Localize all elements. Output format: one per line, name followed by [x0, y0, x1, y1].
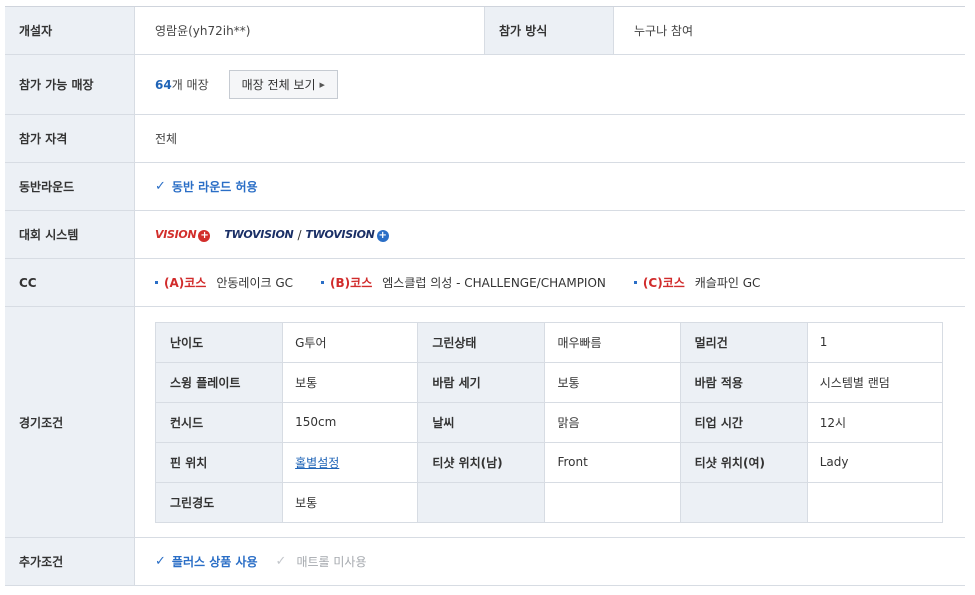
cc-label: CC [5, 259, 135, 306]
plus-product-option: 플러스 상품 사용 [171, 555, 258, 569]
bullet-icon [155, 281, 158, 284]
twovision-plus-logo: TWOVISION + [305, 227, 389, 242]
view-all-stores-label: 매장 전체 보기 [241, 78, 316, 92]
row-companion: 동반라운드 ✓ 동반 라운드 허용 [5, 163, 965, 211]
store-count: 64 [155, 77, 172, 92]
table-row: 컨시드 150cm 날씨 맑음 티업 시간 12시 [154, 401, 944, 443]
twovision-logo: TWOVISION [224, 228, 294, 241]
vision-plus-logo: VISION + [155, 227, 211, 242]
check-icon: ✓ [155, 554, 166, 569]
table-row: 그린경도 보통 [154, 481, 944, 523]
row-system: 대회 시스템 VISION + TWOVISION / TWOVISION + [5, 211, 965, 259]
cc-list: (A)코스 안동레이크 GC (B)코스 엠스클럽 의성 - CHALLENGE… [135, 259, 965, 306]
extra-cell: ✓ 플러스 상품 사용 ✓ 매트롤 미사용 [135, 538, 965, 585]
join-method-label: 참가 방식 [484, 7, 614, 54]
pin-setting-link[interactable]: 홀별설정 [295, 456, 339, 470]
bullet-icon [321, 281, 325, 284]
companion-cell: ✓ 동반 라운드 허용 [135, 163, 965, 210]
logo-separator: / [297, 227, 302, 242]
companion-label: 동반라운드 [5, 163, 135, 210]
row-organizer: 개설자 영람윤(yh72ih**) 참가 방식 누구나 참여 [5, 7, 965, 55]
row-conditions: 경기조건 난이도 G투어 그린상태 매우빠름 멀리건 1 스윙 플레이트 보통 … [5, 307, 965, 538]
caret-right-icon: ▶ [319, 80, 325, 89]
row-stores: 참가 가능 매장 64 개 매장 매장 전체 보기 ▶ [5, 55, 965, 115]
view-all-stores-button[interactable]: 매장 전체 보기 ▶ [228, 70, 338, 99]
plus-icon: + [376, 229, 389, 242]
table-row: 난이도 G투어 그린상태 매우빠름 멀리건 1 [154, 321, 944, 363]
conditions-table: 난이도 G투어 그린상태 매우빠름 멀리건 1 스윙 플레이트 보통 바람 세기… [154, 321, 944, 523]
bullet-icon [633, 281, 637, 284]
extra-label: 추가조건 [5, 538, 135, 585]
check-icon: ✓ [155, 179, 166, 194]
cc-item: (C)코스 캐슬파인 GC [633, 274, 760, 291]
cc-item: (A)코스 안동레이크 GC [155, 274, 293, 291]
eligibility-label: 참가 자격 [5, 115, 135, 162]
companion-value: 동반 라운드 허용 [171, 180, 258, 194]
system-label: 대회 시스템 [5, 211, 135, 258]
tournament-info-table: 개설자 영람윤(yh72ih**) 참가 방식 누구나 참여 참가 가능 매장 … [5, 6, 965, 586]
conditions-label: 경기조건 [5, 307, 135, 537]
stores-cell: 64 개 매장 매장 전체 보기 ▶ [135, 55, 965, 114]
conditions-cell: 난이도 G투어 그린상태 매우빠름 멀리건 1 스윙 플레이트 보통 바람 세기… [135, 307, 965, 537]
system-logos: VISION + TWOVISION / TWOVISION + [135, 211, 965, 258]
join-method-value: 누구나 참여 [634, 24, 694, 38]
store-count-suffix: 개 매장 [171, 78, 209, 92]
table-row: 핀 위치 홀별설정 티샷 위치(남) Front 티샷 위치(여) Lady [154, 441, 944, 483]
table-row: 스윙 플레이트 보통 바람 세기 보통 바람 적용 시스템별 랜덤 [154, 361, 944, 403]
row-eligibility: 참가 자격 전체 [5, 115, 965, 163]
organizer-value: 영람윤(yh72ih**) [155, 24, 251, 38]
plus-icon: + [198, 229, 211, 242]
matroll-option: 매트롤 미사용 [296, 555, 367, 569]
row-cc: CC (A)코스 안동레이크 GC (B)코스 엠스클럽 의성 - CHALLE… [5, 259, 965, 307]
check-icon: ✓ [275, 554, 287, 569]
cc-item: (B)코스 엠스클럽 의성 - CHALLENGE/CHAMPION [321, 274, 606, 291]
stores-label: 참가 가능 매장 [5, 55, 135, 114]
organizer-label: 개설자 [5, 7, 135, 54]
row-extra: 추가조건 ✓ 플러스 상품 사용 ✓ 매트롤 미사용 [5, 538, 965, 586]
eligibility-value: 전체 [155, 132, 178, 146]
